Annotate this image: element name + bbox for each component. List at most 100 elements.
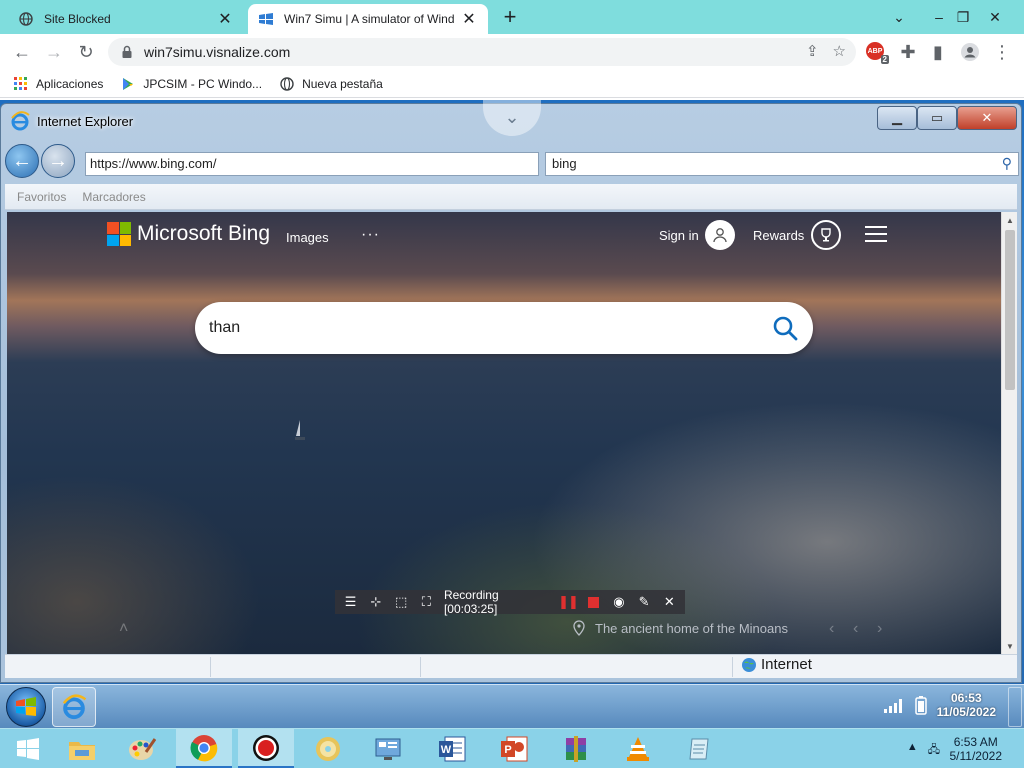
close-icon[interactable]: ✕	[662, 594, 677, 610]
ie-back-button[interactable]: ←	[5, 144, 39, 178]
bing-more-menu[interactable]: ···	[361, 226, 380, 244]
chevron-left-icon[interactable]: ‹	[829, 620, 834, 638]
back-icon[interactable]: ←	[10, 40, 34, 64]
bing-brand-text: Microsoft Bing	[137, 222, 271, 245]
bing-page: Microsoft Bing Images ··· Sign in Reward…	[7, 212, 1001, 654]
win7-clock[interactable]: 06:53 11/05/2022	[937, 691, 996, 719]
win7-start-button[interactable]	[6, 687, 46, 727]
scroll-thumb[interactable]	[1005, 230, 1015, 390]
signal-bars-icon[interactable]	[883, 697, 905, 713]
bookmark-jpcsim[interactable]: JPCSIM - PC Windo...	[121, 77, 262, 91]
bookmark-apps[interactable]: Aplicaciones	[14, 76, 103, 91]
tab-title: Win7 Simu | A simulator of Wind	[284, 12, 455, 26]
adblock-extension-icon[interactable]: ABP 2	[866, 42, 889, 64]
forward-icon[interactable]: →	[42, 40, 66, 64]
close-icon[interactable]: ✕	[460, 10, 478, 28]
file-explorer-icon[interactable]	[54, 729, 110, 768]
globe-icon	[18, 11, 34, 27]
camera-icon[interactable]: ◉	[611, 594, 626, 610]
close-icon[interactable]: ✕	[216, 10, 234, 28]
bing-search-input[interactable]	[209, 315, 749, 341]
chevron-down-icon[interactable]: ⌄	[483, 98, 541, 136]
bing-signin-link[interactable]: Sign in	[659, 228, 699, 243]
ie-close-button[interactable]: ✕	[957, 106, 1017, 130]
svg-text:P: P	[504, 744, 511, 756]
bing-rewards-link[interactable]: Rewards	[753, 228, 804, 243]
region-zoom-icon[interactable]: ⬚	[393, 594, 408, 610]
collapse-icon[interactable]: ⊹	[368, 594, 383, 610]
host-date: 5/11/2022	[949, 749, 1003, 763]
user-avatar-icon[interactable]	[705, 220, 735, 250]
ie-favorites-bar: Favoritos Marcadores	[5, 184, 1017, 210]
tab-win7-simu[interactable]: Win7 Simu | A simulator of Wind ✕	[248, 4, 488, 34]
bookmarks-menu[interactable]: Marcadores	[82, 190, 145, 204]
search-icon[interactable]: ⚲	[1002, 155, 1012, 172]
favorites-menu[interactable]: Favoritos	[17, 190, 66, 204]
bookmark-label: Nueva pestaña	[302, 76, 383, 91]
scroll-down-arrow[interactable]: ▼	[1002, 638, 1018, 654]
vlc-icon[interactable]	[610, 729, 666, 768]
reload-icon[interactable]: ↻	[74, 40, 98, 64]
bing-logo[interactable]: Microsoft Bing	[107, 222, 270, 246]
new-tab-button[interactable]: +	[498, 6, 522, 30]
tab-site-blocked[interactable]: Site Blocked ✕	[8, 4, 244, 34]
paint-icon[interactable]	[114, 729, 170, 768]
close-window-button[interactable]: ✕	[972, 0, 1018, 34]
puzzle-icon[interactable]: ✚	[896, 40, 920, 64]
play-store-icon	[123, 77, 134, 90]
chevron-left-icon[interactable]: ‹	[853, 620, 858, 638]
hamburger-menu-icon[interactable]	[865, 226, 887, 242]
control-panel-icon[interactable]	[360, 729, 416, 768]
ie-forward-button[interactable]: →	[41, 144, 75, 178]
stop-icon[interactable]	[586, 594, 601, 610]
bookmark-new-tab[interactable]: Nueva pestaña	[280, 77, 383, 91]
bookmark-label: JPCSIM - PC Windo...	[143, 76, 263, 91]
scroll-up-arrow[interactable]: ▲	[1002, 212, 1018, 228]
network-icon[interactable]: 🖧	[928, 741, 940, 760]
chevron-right-icon[interactable]: ›	[877, 620, 882, 638]
status-segment	[5, 657, 211, 677]
screen-recorder-app-icon[interactable]	[238, 729, 294, 768]
chevron-up-icon[interactable]: ˄	[119, 620, 128, 638]
notepad-icon[interactable]	[672, 729, 728, 768]
powerpoint-icon[interactable]: P	[486, 729, 542, 768]
address-bar[interactable]: win7simu.visnalize.com ⇪ ☆	[108, 38, 856, 66]
profile-icon[interactable]	[958, 40, 982, 64]
ie-minimize-button[interactable]: ▁	[877, 106, 917, 130]
winrar-icon[interactable]	[548, 729, 604, 768]
word-icon[interactable]: W	[424, 729, 480, 768]
side-panel-icon[interactable]: ▮	[926, 40, 950, 64]
dvd-drive-icon[interactable]	[300, 729, 356, 768]
pause-icon[interactable]: ❚❚	[558, 594, 579, 610]
taskbar-ie-button[interactable]	[52, 687, 96, 727]
extension-badge: 2	[880, 55, 889, 64]
star-icon[interactable]: ☆	[833, 42, 846, 60]
show-desktop-button[interactable]	[1008, 687, 1022, 727]
zone-text: Internet	[761, 656, 812, 673]
bing-images-link[interactable]: Images	[286, 230, 329, 245]
menu-lines-icon[interactable]: ☰	[343, 594, 358, 610]
pencil-icon[interactable]: ✎	[637, 594, 652, 610]
battery-icon[interactable]	[914, 695, 927, 715]
ie-logo-icon	[62, 694, 87, 720]
ie-search-text: bing	[552, 156, 577, 171]
ie-search-input[interactable]: bing ⚲	[545, 152, 1019, 176]
search-icon[interactable]	[771, 314, 799, 342]
ie-address-input[interactable]: https://www.bing.com/	[85, 152, 539, 176]
trophy-icon[interactable]	[811, 220, 841, 250]
crop-icon[interactable]: ⛶	[419, 594, 434, 610]
chrome-icon[interactable]	[176, 729, 232, 768]
bing-search-box[interactable]	[195, 302, 813, 354]
caption-text: The ancient home of the Minoans	[595, 620, 788, 636]
ie-nav-buttons: ← →	[5, 144, 75, 178]
security-zone: Internet	[741, 656, 812, 673]
host-tray: ▲ 🖧	[907, 741, 940, 760]
ie-maximize-button[interactable]: ▭	[917, 106, 957, 130]
chevron-up-icon[interactable]: ▲	[907, 741, 918, 760]
menu-icon[interactable]: ⋮	[990, 40, 1014, 64]
start-button[interactable]	[0, 729, 56, 768]
share-icon[interactable]: ⇪	[806, 42, 819, 60]
image-caption[interactable]: The ancient home of the Minoans	[573, 620, 788, 636]
vertical-scrollbar[interactable]: ▲ ▼	[1001, 212, 1017, 654]
host-clock[interactable]: 6:53 AM 5/11/2022	[950, 735, 1003, 763]
